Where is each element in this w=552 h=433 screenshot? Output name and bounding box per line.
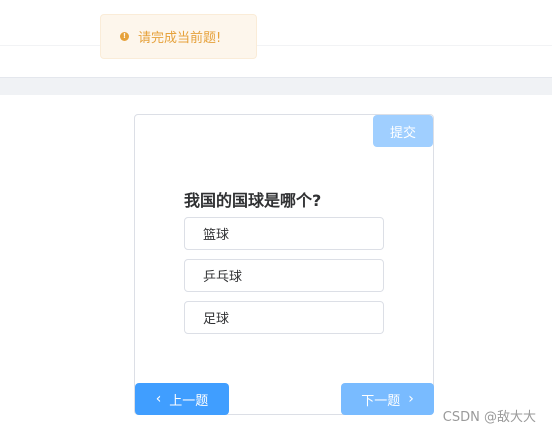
submit-button[interactable]: 提交 — [373, 115, 433, 147]
option-label: 篮球 — [203, 228, 230, 243]
chevron-left-icon: ‹ — [155, 391, 162, 407]
top-header — [0, 0, 552, 78]
answer-options: 篮球 乒乓球 足球 — [184, 217, 384, 343]
chevron-right-icon: › — [408, 391, 414, 407]
previous-button-label: 上一题 — [169, 393, 209, 409]
option-label: 足球 — [203, 312, 230, 327]
content-background-band — [0, 78, 552, 95]
toast-message: 请完成当前题! — [138, 31, 222, 46]
answer-option[interactable]: 乒乓球 — [184, 259, 384, 292]
next-question-button[interactable]: 下一题 › — [341, 383, 434, 415]
option-label: 乒乓球 — [203, 270, 243, 285]
quiz-card: 提交 我国的国球是哪个? 篮球 乒乓球 足球 ‹ 上一题 下一题 › — [134, 114, 434, 415]
warning-toast: ! 请完成当前题! — [100, 14, 257, 59]
question-title: 我国的国球是哪个? — [184, 191, 322, 210]
answer-option[interactable]: 篮球 — [184, 217, 384, 250]
answer-option[interactable]: 足球 — [184, 301, 384, 334]
warning-circle-icon: ! — [120, 32, 129, 41]
next-button-label: 下一题 — [361, 393, 401, 409]
previous-question-button[interactable]: ‹ 上一题 — [135, 383, 229, 415]
watermark: CSDN @敌大大 — [442, 410, 536, 425]
header-divider — [0, 45, 552, 46]
